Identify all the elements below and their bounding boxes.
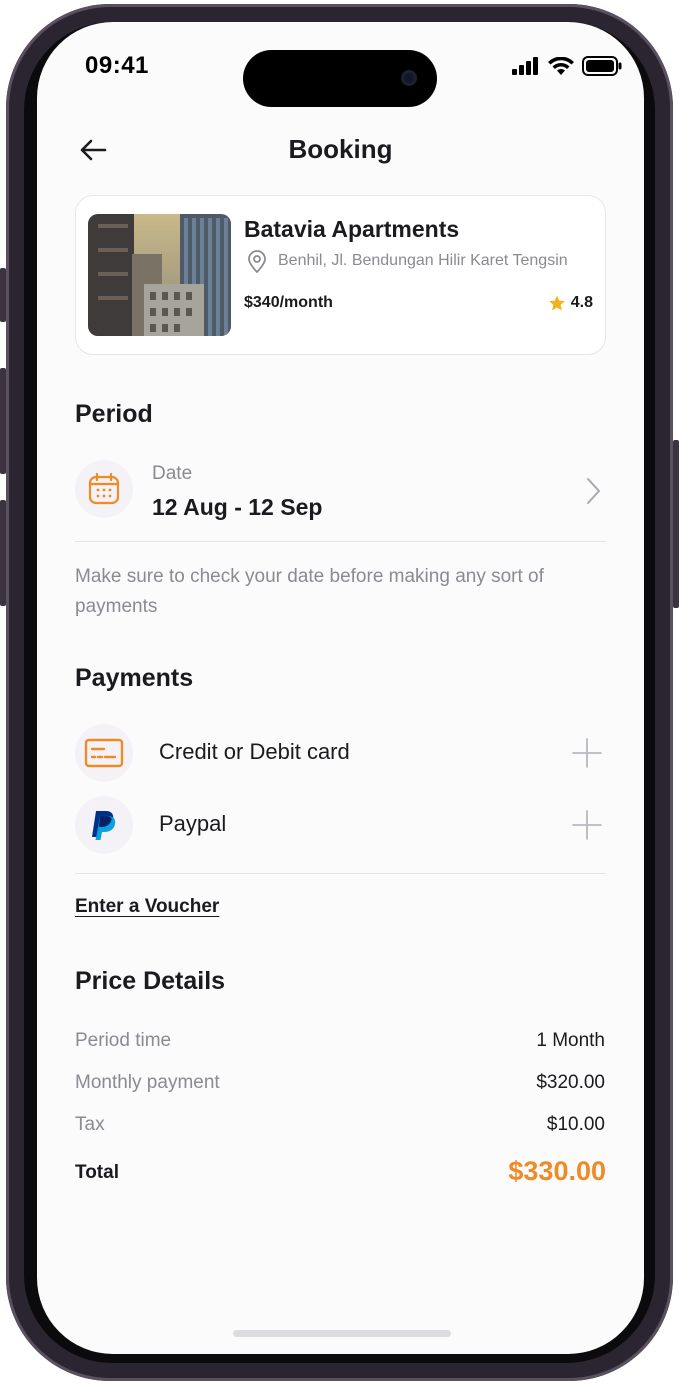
payment-method-paypal[interactable] [75,796,606,854]
payments-section-title: Payments [75,664,194,692]
credit-card-icon [84,738,124,768]
page-title: Booking [288,134,393,164]
rating-value: 4.8 [570,294,593,311]
price-details-section-title: Price Details [75,967,226,995]
property-name: Batavia Apartments [244,216,460,242]
calendar-icon-wrap [75,460,133,518]
monthly-payment-label: Monthly payment [75,1072,220,1093]
add-paypal-plus-icon[interactable] [572,810,602,840]
date-note: Make sure to check your date before maki… [75,566,544,617]
dynamic-island [243,50,437,107]
property-card[interactable]: Batavia Apartments Benhil, Jl. Bendungan… [75,195,606,355]
divider [75,541,606,542]
divider [75,873,606,874]
tax-label: Tax [75,1114,105,1135]
phone-volume-down [0,500,6,606]
monthly-payment-value: $320.00 [536,1072,605,1093]
paypal-label: Paypal [159,811,227,836]
status-icons [512,56,622,76]
credit-card-icon-wrap [75,724,133,782]
property-address: Benhil, Jl. Bendungan Hilir Karet Tengsi… [278,252,568,269]
date-label: Date [152,463,193,484]
property-image [88,214,231,336]
tax-value: $10.00 [546,1114,605,1135]
property-rating: 4.8 [548,294,593,312]
cellular-signal-icon [512,57,538,75]
total-label: Total [75,1162,119,1183]
add-card-plus-icon[interactable] [572,738,602,768]
period-time-value: 1 Month [536,1030,605,1051]
period-section-title: Period [75,400,153,428]
location-pin-icon [248,250,266,274]
period-time-label: Period time [75,1030,172,1051]
total-value: $330.00 [508,1156,606,1186]
phone-side-button [0,268,6,322]
wifi-icon [548,56,574,75]
battery-icon [582,56,622,76]
chevron-right-icon [587,478,600,504]
star-icon [548,295,565,311]
app-screen: 09:41 Booking Batavia Apartments Benhil,… [37,22,644,1354]
status-time: 09:41 [85,52,149,79]
phone-power-button [673,440,679,608]
date-value: 12 Aug - 12 Sep [152,494,323,520]
payment-method-label: Credit or Debit card [159,739,350,764]
calendar-icon [88,472,120,505]
paypal-icon [92,811,116,840]
property-price: $340/month [244,294,333,311]
paypal-icon-wrap [75,796,133,854]
camera-icon [401,70,417,86]
enter-voucher-link[interactable]: Enter a Voucher [75,896,219,918]
phone-volume-up [0,368,6,474]
home-indicator[interactable] [233,1330,451,1337]
